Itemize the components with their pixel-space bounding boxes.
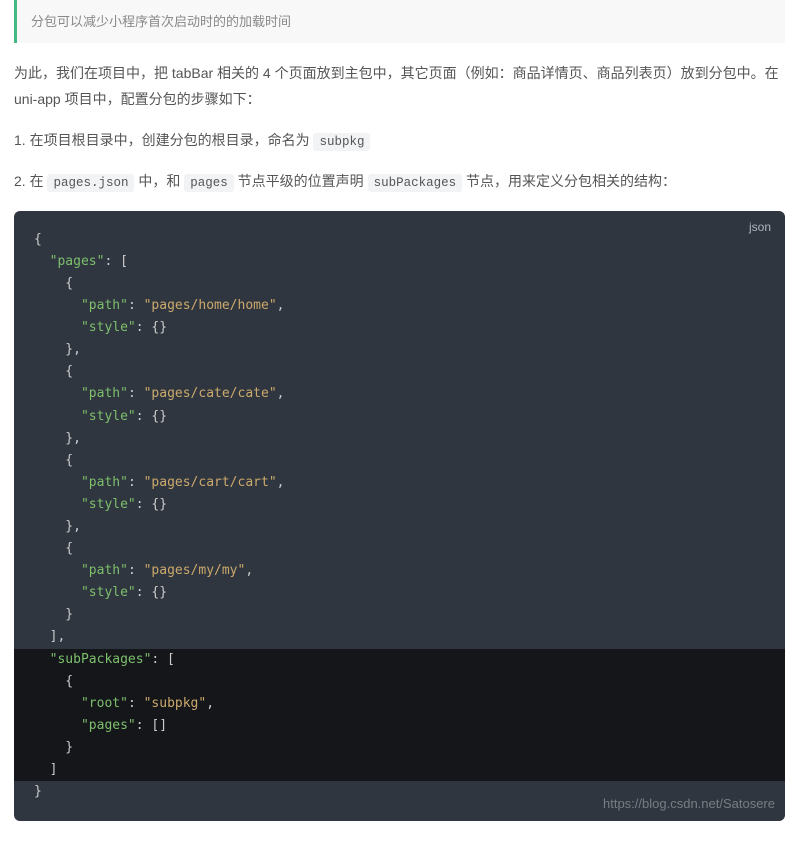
- code-key-style: "style": [81, 320, 136, 335]
- code-key-path: "path": [81, 386, 128, 401]
- code-key-style: "style": [81, 585, 136, 600]
- step-2-d: 节点，用来定义分包相关的结构：: [466, 173, 676, 189]
- inline-code-subpackages: subPackages: [368, 174, 463, 192]
- step-2: 2. 在 pages.json 中，和 pages 节点平级的位置声明 subP…: [14, 169, 785, 195]
- code-brace: {: [34, 232, 42, 247]
- code-punct: ,: [277, 386, 285, 401]
- code-key-subpackages: "subPackages": [50, 652, 152, 667]
- step-2-a: 2. 在: [14, 173, 47, 189]
- code-key-path: "path": [81, 563, 128, 578]
- code-brace: },: [34, 431, 81, 446]
- inline-code-pagesjson: pages.json: [47, 174, 134, 192]
- code-punct: : []: [136, 718, 167, 733]
- code-brace: {: [34, 541, 73, 556]
- step-2-c: 节点平级的位置声明: [238, 173, 368, 189]
- step-1: 1. 在项目根目录中，创建分包的根目录，命名为 subpkg: [14, 128, 785, 154]
- inline-code-subpkg: subpkg: [313, 133, 370, 151]
- code-brace: },: [34, 519, 81, 534]
- code-key-path: "path": [81, 475, 128, 490]
- code-punct: :: [128, 386, 144, 401]
- code-brace: }: [34, 607, 73, 622]
- intro-paragraph: 为此，我们在项目中，把 tabBar 相关的 4 个页面放到主包中，其它页面（例…: [14, 61, 785, 111]
- code-punct: ,: [277, 475, 285, 490]
- code-punct: : [: [151, 652, 174, 667]
- inline-code-pages: pages: [184, 174, 234, 192]
- code-language-label: json: [749, 217, 771, 237]
- code-punct: : {}: [136, 320, 167, 335]
- code-brace: {: [34, 364, 73, 379]
- code-content: { "pages": [ { "path": "pages/home/home"…: [34, 229, 765, 803]
- tip-box: 分包可以减少小程序首次启动时的的加载时间: [14, 0, 785, 43]
- code-punct: :: [128, 563, 144, 578]
- code-brace: },: [34, 342, 81, 357]
- code-brace: }: [34, 784, 42, 799]
- code-punct: ,: [277, 298, 285, 313]
- step-1-text: 1. 在项目根目录中，创建分包的根目录，命名为: [14, 132, 313, 148]
- code-key-root: "root": [81, 696, 128, 711]
- code-punct: : {}: [136, 497, 167, 512]
- tip-text: 分包可以减少小程序首次启动时的的加载时间: [31, 14, 291, 29]
- code-punct: : [: [104, 254, 127, 269]
- code-brace: {: [34, 674, 73, 689]
- code-punct: ,: [245, 563, 253, 578]
- code-punct: : {}: [136, 585, 167, 600]
- highlighted-code-region: "subPackages": [ { "root": "subpkg", "pa…: [14, 649, 785, 782]
- code-str: "pages/cate/cate": [144, 386, 277, 401]
- code-punct: :: [128, 475, 144, 490]
- watermark-text: https://blog.csdn.net/Satosere: [603, 793, 775, 815]
- code-bracket: ]: [34, 762, 57, 777]
- code-str: "pages/my/my": [144, 563, 246, 578]
- code-key-path: "path": [81, 298, 128, 313]
- content-body: 为此，我们在项目中，把 tabBar 相关的 4 个页面放到主包中，其它页面（例…: [0, 61, 799, 194]
- code-punct: :: [128, 298, 144, 313]
- code-brace: {: [34, 276, 73, 291]
- code-key-style: "style": [81, 409, 136, 424]
- code-punct: :: [128, 696, 144, 711]
- code-brace: }: [34, 740, 73, 755]
- code-block: json { "pages": [ { "path": "pages/home/…: [14, 211, 785, 821]
- code-key-pages: "pages": [50, 254, 105, 269]
- code-str: "pages/cart/cart": [144, 475, 277, 490]
- code-brace: {: [34, 453, 73, 468]
- step-2-b: 中，和: [138, 173, 184, 189]
- code-key-pages: "pages": [81, 718, 136, 733]
- code-punct: ,: [206, 696, 214, 711]
- code-str: "subpkg": [144, 696, 207, 711]
- code-bracket: ],: [34, 629, 65, 644]
- code-str: "pages/home/home": [144, 298, 277, 313]
- code-punct: : {}: [136, 409, 167, 424]
- code-key-style: "style": [81, 497, 136, 512]
